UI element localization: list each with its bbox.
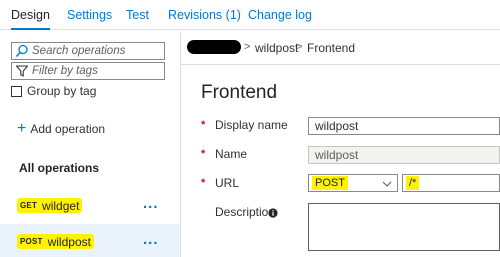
operation-highlight: GET wildget: [17, 198, 83, 213]
breadcrumb-item-operation[interactable]: wildpost: [255, 41, 298, 55]
description-label: Description: [215, 205, 276, 219]
add-operation-label: Add operation: [30, 122, 106, 136]
breadcrumb-separator: >: [296, 41, 303, 53]
display-name-label: Display name: [215, 118, 288, 132]
group-by-tag-label: Group by tag: [27, 84, 97, 98]
redacted-api-name: [187, 40, 241, 54]
plus-icon: +: [17, 120, 27, 137]
all-operations-heading[interactable]: All operations: [19, 161, 99, 175]
more-options-icon[interactable]: ...: [143, 196, 159, 212]
search-operations-input[interactable]: [32, 43, 162, 59]
tab-test[interactable]: Test: [126, 0, 149, 30]
chevron-down-icon: [382, 178, 392, 188]
tab-revisions[interactable]: Revisions (1): [168, 0, 241, 30]
tab-change-log[interactable]: Change log: [248, 0, 312, 30]
group-by-tag-toggle[interactable]: Group by tag: [11, 84, 96, 98]
operation-name: wildget: [42, 198, 80, 213]
operation-highlight: POST wildpost: [17, 234, 94, 249]
url-template-field[interactable]: /*: [402, 174, 500, 192]
operation-method-badge: GET: [20, 201, 38, 210]
breadcrumb-item-frontend: Frontend: [307, 41, 356, 55]
url-template-value: /*: [406, 176, 420, 190]
http-method-value: POST: [312, 176, 348, 190]
filter-tags-input[interactable]: [32, 63, 162, 79]
operation-method-badge: POST: [20, 237, 43, 246]
required-marker: *: [201, 148, 206, 160]
filter-icon: [15, 64, 29, 78]
tab-design[interactable]: Design: [11, 0, 50, 30]
info-icon[interactable]: [268, 207, 278, 218]
breadcrumb-separator: >: [244, 41, 251, 53]
breadcrumb: > wildpost > Frontend: [181, 31, 500, 65]
name-label: Name: [215, 147, 248, 161]
filter-tags-box: [11, 62, 165, 80]
operation-name: wildpost: [47, 234, 91, 249]
name-field: wildpost: [308, 146, 500, 164]
operation-row-wildget[interactable]: GET wildget ...: [0, 188, 180, 222]
description-textarea[interactable]: [308, 203, 500, 251]
tab-bar: Design Settings Test Revisions (1) Chang…: [0, 0, 500, 30]
more-options-icon[interactable]: ...: [143, 232, 159, 248]
display-name-field[interactable]: wildpost: [308, 117, 500, 135]
operation-row-wildpost[interactable]: POST wildpost ...: [0, 224, 180, 257]
add-operation-button[interactable]: + Add operation: [17, 120, 105, 138]
search-icon: [15, 44, 29, 58]
tab-settings[interactable]: Settings: [67, 0, 112, 30]
url-label: URL: [215, 176, 240, 190]
http-method-select[interactable]: POST: [308, 174, 398, 192]
group-by-tag-checkbox[interactable]: [11, 85, 22, 97]
required-marker: *: [201, 177, 206, 189]
section-title: Frontend: [201, 82, 278, 103]
required-marker: *: [201, 119, 206, 131]
operations-sidebar: Group by tag + Add operation All operati…: [0, 31, 181, 257]
search-operations-box: [11, 42, 165, 60]
